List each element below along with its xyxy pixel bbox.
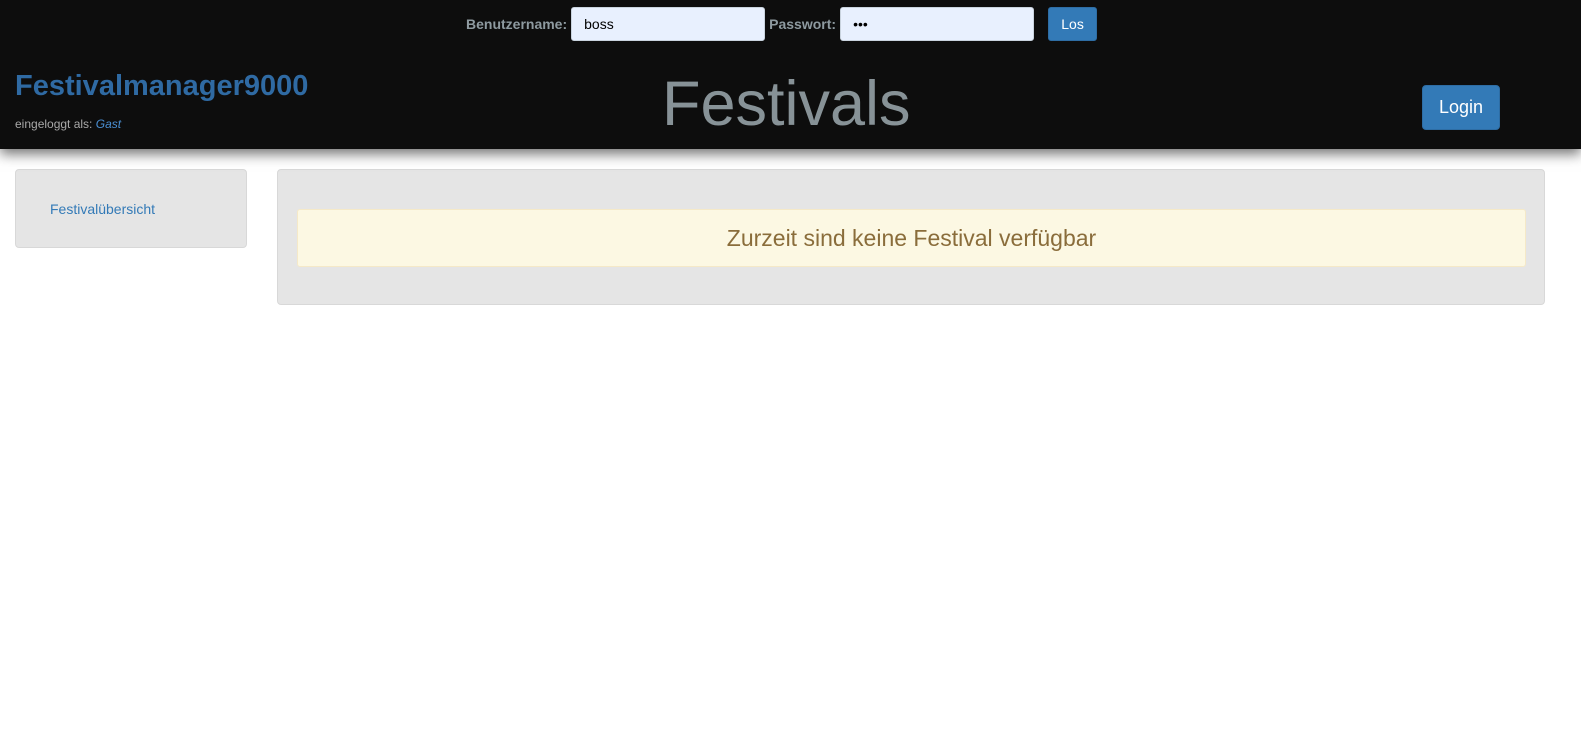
main-panel: Zurzeit sind keine Festival verfügbar	[277, 169, 1545, 305]
brand-logo[interactable]: Festivalmanager9000	[15, 70, 308, 103]
logged-in-status: eingeloggt als: Gast	[15, 117, 121, 131]
los-button[interactable]: Los	[1048, 7, 1098, 41]
logged-in-prefix: eingeloggt als:	[15, 117, 93, 131]
header: Benutzername: Passwort: Los Festivalmana…	[0, 0, 1581, 149]
username-label: Benutzername:	[466, 16, 568, 32]
sidebar-item-festival-overview[interactable]: Festivalübersicht	[50, 201, 155, 217]
login-button[interactable]: Login	[1422, 85, 1500, 130]
login-form: Benutzername: Passwort: Los	[466, 7, 1098, 41]
username-input[interactable]	[571, 7, 766, 41]
page-title: Festivals	[662, 69, 911, 139]
logged-in-user: Gast	[95, 117, 122, 131]
sidebar: Festivalübersicht	[15, 169, 247, 248]
password-input[interactable]	[840, 7, 1035, 41]
password-label: Passwort:	[769, 16, 837, 32]
no-festivals-alert: Zurzeit sind keine Festival verfügbar	[297, 209, 1526, 267]
